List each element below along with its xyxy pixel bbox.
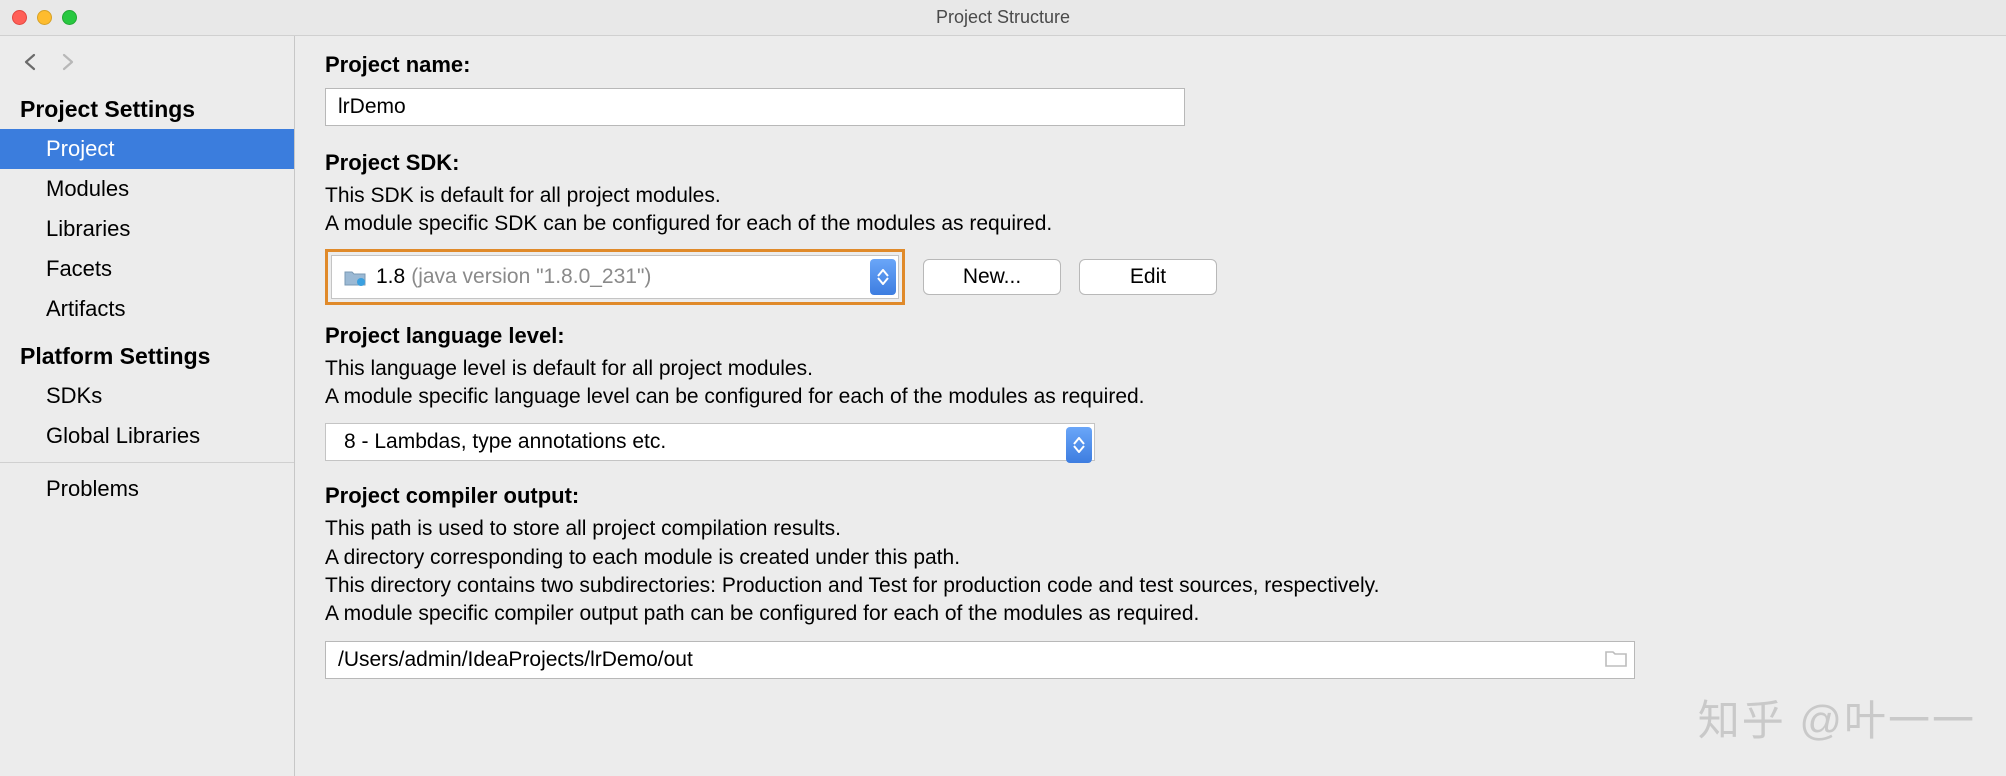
nav-history	[0, 42, 294, 82]
sidebar-item-label: Libraries	[46, 216, 130, 242]
sidebar-item-problems[interactable]: Problems	[0, 469, 294, 509]
sidebar-item-project[interactable]: Project	[0, 129, 294, 169]
compiler-output-desc4: A module specific compiler output path c…	[325, 600, 1976, 628]
sidebar-heading-platform-settings: Platform Settings	[0, 329, 294, 376]
divider	[0, 462, 294, 463]
sdk-detail: (java version "1.8.0_231")	[411, 265, 651, 289]
lang-level-combobox[interactable]: 8 - Lambdas, type annotations etc.	[325, 423, 1095, 461]
project-sdk-desc2: A module specific SDK can be configured …	[325, 210, 1976, 238]
compiler-output-desc3: This directory contains two subdirectori…	[325, 572, 1976, 600]
lang-level-label: Project language level:	[325, 323, 1976, 349]
compiler-output-value: /Users/admin/IdeaProjects/lrDemo/out	[338, 648, 693, 672]
sidebar-item-label: Project	[46, 136, 114, 162]
sidebar-item-facets[interactable]: Facets	[0, 249, 294, 289]
new-sdk-button[interactable]: New...	[923, 259, 1061, 295]
sidebar-item-label: Global Libraries	[46, 423, 200, 449]
lang-level-value: 8 - Lambdas, type annotations etc.	[344, 430, 666, 454]
combo-stepper-icon	[1066, 427, 1092, 463]
combo-stepper-icon	[870, 259, 896, 295]
edit-sdk-button[interactable]: Edit	[1079, 259, 1217, 295]
button-label: Edit	[1130, 265, 1166, 289]
content-pane: Project name: Project SDK: This SDK is d…	[295, 36, 2006, 776]
sidebar-item-modules[interactable]: Modules	[0, 169, 294, 209]
project-name-input[interactable]	[325, 88, 1185, 126]
sidebar-item-label: Facets	[46, 256, 112, 282]
sidebar-item-label: Modules	[46, 176, 129, 202]
project-sdk-combobox[interactable]: 1.8 (java version "1.8.0_231")	[331, 255, 899, 299]
sdk-name: 1.8	[376, 265, 405, 289]
watermark: 知乎 @叶一一	[1698, 687, 1976, 748]
window-title: Project Structure	[0, 7, 2006, 28]
sidebar-item-global-libraries[interactable]: Global Libraries	[0, 416, 294, 456]
project-sdk-desc1: This SDK is default for all project modu…	[325, 182, 1976, 210]
compiler-output-label: Project compiler output:	[325, 483, 1976, 509]
project-sdk-label: Project SDK:	[325, 150, 1976, 176]
sidebar-item-artifacts[interactable]: Artifacts	[0, 289, 294, 329]
back-button[interactable]	[20, 51, 42, 73]
lang-level-desc2: A module specific language level can be …	[325, 383, 1976, 411]
browse-folder-icon[interactable]	[1604, 648, 1628, 672]
compiler-output-desc2: A directory corresponding to each module…	[325, 544, 1976, 572]
sidebar-item-label: Problems	[46, 476, 139, 502]
compiler-output-input[interactable]: /Users/admin/IdeaProjects/lrDemo/out	[325, 641, 1635, 679]
sidebar-item-sdks[interactable]: SDKs	[0, 376, 294, 416]
titlebar: Project Structure	[0, 0, 2006, 36]
project-name-label: Project name:	[325, 52, 1976, 78]
compiler-output-desc1: This path is used to store all project c…	[325, 515, 1976, 543]
sidebar-item-label: Artifacts	[46, 296, 125, 322]
sidebar-heading-project-settings: Project Settings	[0, 82, 294, 129]
sidebar-item-libraries[interactable]: Libraries	[0, 209, 294, 249]
sdk-highlight-box: 1.8 (java version "1.8.0_231")	[325, 249, 905, 305]
sdk-folder-icon	[344, 269, 366, 285]
sidebar-item-label: SDKs	[46, 383, 102, 409]
sidebar: Project Settings Project Modules Librari…	[0, 36, 295, 776]
forward-button[interactable]	[56, 51, 78, 73]
button-label: New...	[963, 265, 1021, 289]
lang-level-desc1: This language level is default for all p…	[325, 355, 1976, 383]
